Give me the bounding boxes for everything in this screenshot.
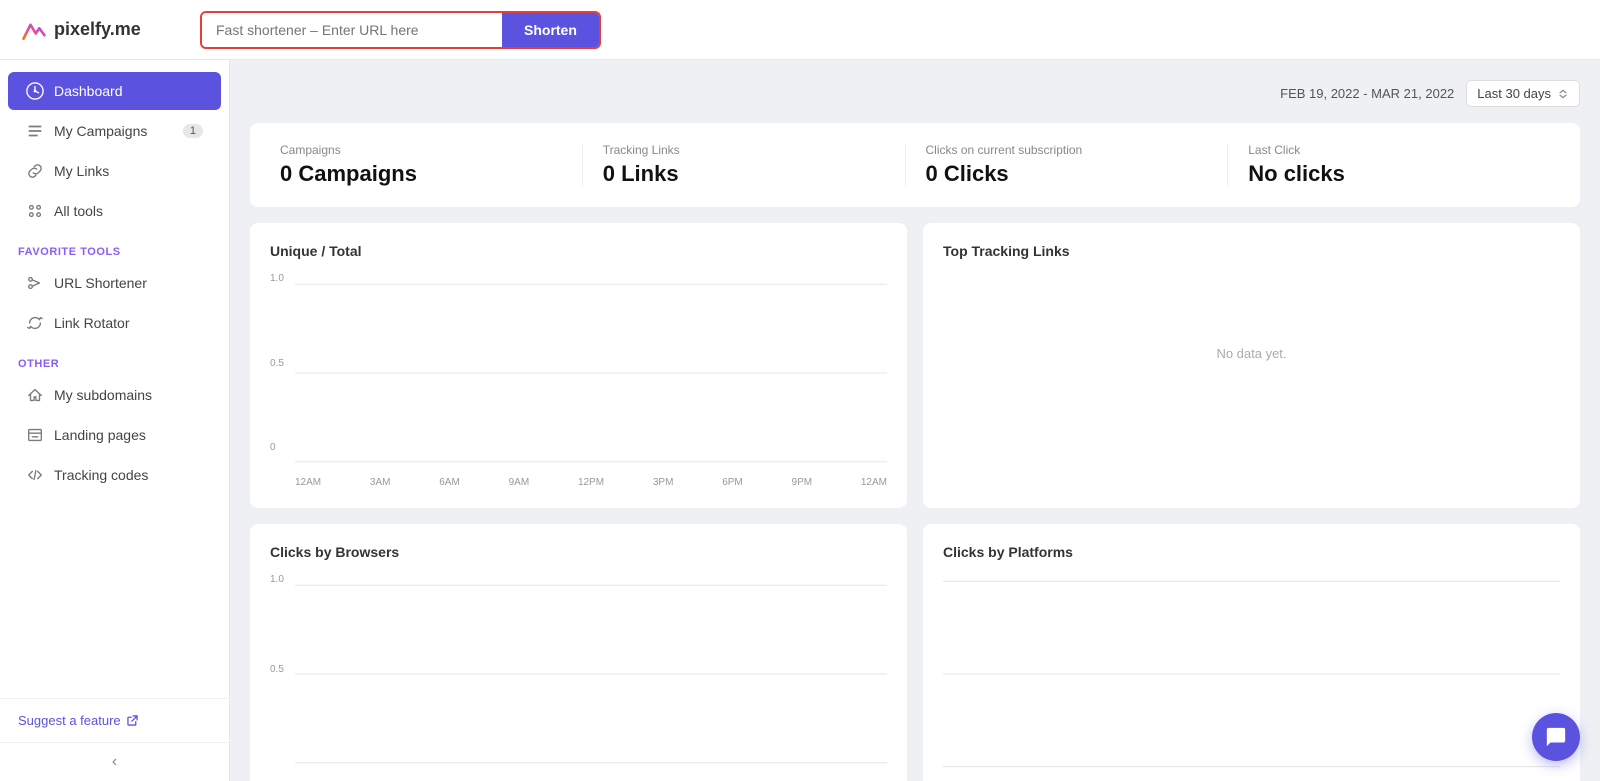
landing-icon [26,426,44,444]
collapse-sidebar-button[interactable]: ‹ [0,742,229,781]
external-link-icon [126,714,139,727]
landing-pages-label: Landing pages [54,427,146,443]
date-dropdown[interactable]: Last 30 days [1466,80,1580,107]
dashboard-icon [26,82,44,100]
sidebar-item-all-tools[interactable]: All tools [8,192,221,230]
date-range-text: FEB 19, 2022 - MAR 21, 2022 [1280,86,1454,101]
clicks-by-platforms-title: Clicks by Platforms [943,544,1560,560]
sidebar-footer: Suggest a feature [0,698,229,742]
clicks-by-browsers-card: Clicks by Browsers 1.0 0.5 [250,524,907,781]
tracking-codes-label: Tracking codes [54,467,148,483]
unique-total-svg [270,273,887,473]
tools-icon [26,202,44,220]
sidebar-item-dashboard[interactable]: Dashboard [8,72,221,110]
main-layout: Dashboard My Campaigns 1 My Links [0,60,1600,781]
stat-tracking-links: Tracking Links 0 Links [583,143,906,187]
clicks-stat-value: 0 Clicks [926,161,1198,187]
logo-text: pixelfy.me [54,19,141,40]
link-rotator-label: Link Rotator [54,315,129,331]
y-label-top: 1.0 [270,273,295,284]
links-label: My Links [54,163,109,179]
sidebar: Dashboard My Campaigns 1 My Links [0,60,230,781]
all-tools-label: All tools [54,203,103,219]
url-bar-wrapper: Shorten [200,11,601,49]
shorten-button[interactable]: Shorten [502,13,599,47]
clicks-by-platforms-card: Clicks by Platforms [923,524,1580,781]
tracking-links-stat-value: 0 Links [603,161,875,187]
platforms-svg [943,574,1560,774]
campaigns-badge: 1 [183,124,203,138]
top-tracking-links-title: Top Tracking Links [943,243,1560,259]
dashboard-label: Dashboard [54,83,123,99]
topbar: pixelfy.me Shorten [0,0,1600,60]
browsers-y-label-mid: 0.5 [270,664,295,675]
sidebar-item-url-shortener[interactable]: URL Shortener [8,264,221,302]
chat-bubble[interactable] [1532,713,1580,761]
charts-grid: Unique / Total 1.0 0.5 0 12AM 3AM [250,223,1580,781]
campaigns-stat-label: Campaigns [280,143,552,157]
home-icon [26,386,44,404]
date-dropdown-label: Last 30 days [1477,86,1551,101]
date-bar: FEB 19, 2022 - MAR 21, 2022 Last 30 days [250,80,1580,107]
scissors-icon [26,274,44,292]
sidebar-item-landing-pages[interactable]: Landing pages [8,416,221,454]
links-icon [26,162,44,180]
other-label: OTHER [0,344,229,374]
sidebar-nav: Dashboard My Campaigns 1 My Links [0,60,229,698]
tracking-links-stat-label: Tracking Links [603,143,875,157]
sidebar-item-subdomains[interactable]: My subdomains [8,376,221,414]
sidebar-item-link-rotator[interactable]: Link Rotator [8,304,221,342]
unique-total-chart-title: Unique / Total [270,243,887,259]
campaigns-icon [26,122,44,140]
x-axis-labels: 12AM 3AM 6AM 9AM 12PM 3PM 6PM 9PM 12AM [270,473,887,488]
clicks-by-browsers-title: Clicks by Browsers [270,544,887,560]
top-tracking-links-card: Top Tracking Links No data yet. [923,223,1580,508]
sidebar-item-campaigns[interactable]: My Campaigns 1 [8,112,221,150]
url-shortener-label: URL Shortener [54,275,147,291]
suggest-feature-link[interactable]: Suggest a feature [18,713,211,728]
stat-campaigns: Campaigns 0 Campaigns [280,143,583,187]
suggest-feature-text: Suggest a feature [18,713,121,728]
stat-clicks: Clicks on current subscription 0 Clicks [906,143,1229,187]
stats-row: Campaigns 0 Campaigns Tracking Links 0 L… [250,123,1580,207]
clicks-by-browsers-area: 1.0 0.5 [270,574,887,774]
last-click-stat-label: Last Click [1248,143,1520,157]
logo-icon [20,16,48,44]
sidebar-item-links[interactable]: My Links [8,152,221,190]
campaigns-label: My Campaigns [54,123,147,139]
last-click-stat-value: No clicks [1248,161,1520,187]
top-tracking-links-no-data: No data yet. [943,273,1560,433]
url-input[interactable] [202,14,502,46]
clicks-by-platforms-area [943,574,1560,774]
code-icon [26,466,44,484]
unique-total-chart-card: Unique / Total 1.0 0.5 0 12AM 3AM [250,223,907,508]
clicks-stat-label: Clicks on current subscription [926,143,1198,157]
subdomains-label: My subdomains [54,387,152,403]
y-label-bot: 0 [270,442,295,453]
collapse-icon: ‹ [112,753,117,771]
campaigns-stat-value: 0 Campaigns [280,161,552,187]
browsers-y-label-top: 1.0 [270,574,295,585]
y-axis-labels: 1.0 0.5 0 [270,273,295,453]
browsers-svg [270,574,887,774]
sidebar-item-tracking-codes[interactable]: Tracking codes [8,456,221,494]
stat-last-click: Last Click No clicks [1228,143,1550,187]
browsers-y-axis-labels: 1.0 0.5 [270,574,295,754]
rotator-icon [26,314,44,332]
y-label-mid: 0.5 [270,358,295,369]
chat-icon [1545,726,1567,748]
logo: pixelfy.me [20,16,180,44]
chevron-up-down-icon [1557,88,1569,100]
favorite-tools-label: FAVORITE TOOLS [0,232,229,262]
unique-total-chart-area: 1.0 0.5 0 [270,273,887,473]
main-content: FEB 19, 2022 - MAR 21, 2022 Last 30 days… [230,60,1600,781]
